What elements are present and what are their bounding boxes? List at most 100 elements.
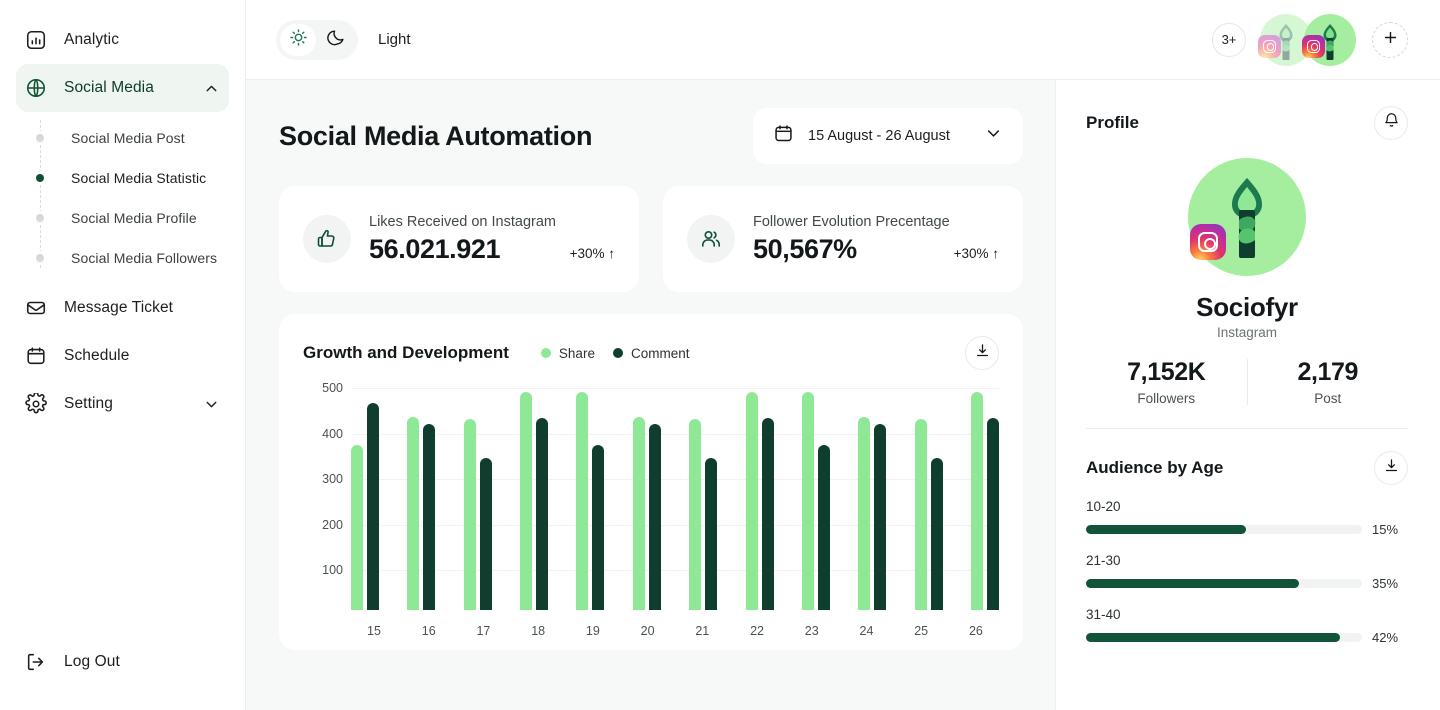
sidebar-item-social-media-statistic[interactable]: Social Media Statistic [0,158,245,198]
bar-comment[interactable] [817,444,830,610]
sidebar-subnav: Social Media Post Social Media Statistic… [0,118,245,278]
sidebar-item-social-media-profile[interactable]: Social Media Profile [0,198,245,238]
stat-card-likes: Likes Received on Instagram 56.021.921 +… [279,186,639,292]
sidebar-item-analytic[interactable]: Analytic [16,16,229,64]
audience-section-title: Audience by Age [1086,458,1224,477]
avatar[interactable] [1302,13,1356,66]
progress-fill [1086,633,1340,642]
sidebar-item-label: Setting [64,395,113,412]
bar-group [970,388,999,610]
bar-share[interactable] [689,418,702,610]
bar-comment[interactable] [423,424,436,610]
main-content: Social Media Automation 15 August - 26 A… [246,80,1056,710]
bar-comment[interactable] [592,444,605,610]
stat-value: 56.021.921 [369,233,501,264]
progress-track [1086,579,1362,588]
bar-group [576,388,605,610]
growth-chart-card: Growth and Development Share Comment 100… [279,314,1023,650]
profile-avatar [1188,158,1306,276]
bar-comment[interactable] [705,458,718,610]
bar-share[interactable] [576,391,589,610]
sidebar-item-setting[interactable]: Setting [16,380,229,428]
globe-icon [24,76,48,100]
users-icon [687,215,735,263]
account-count-badge[interactable]: 3+ [1212,22,1246,57]
sidebar-item-social-media-post[interactable]: Social Media Post [0,118,245,158]
profile-name: Sociofyr [1196,292,1298,322]
bar-group [914,388,943,610]
bar-share[interactable] [914,418,927,610]
bar-group [463,388,492,610]
y-axis-tick: 400 [322,426,343,441]
stat-delta: +30% ↑ [953,245,999,261]
audience-age-range: 21-30 [1086,553,1121,568]
bar-group [689,388,718,610]
theme-dark-button[interactable] [318,24,354,56]
sun-icon [289,28,308,52]
profile-header: Profile [1086,106,1408,140]
sidebar-item-social-media-followers[interactable]: Social Media Followers [0,238,245,278]
theme-label: Light [378,31,411,48]
add-account-button[interactable] [1372,21,1408,58]
chart-bar-icon [24,28,48,52]
stat-value: 7,152K [1127,358,1206,386]
x-axis-tick: 18 [531,624,546,638]
bar-share[interactable] [407,416,420,610]
bar-share[interactable] [801,391,814,610]
x-axis-tick: 25 [914,624,929,638]
stat-card-follower-evolution: Follower Evolution Precentage 50,567% +3… [663,186,1023,292]
bar-comment[interactable] [536,417,549,610]
sidebar: Analytic Social Media Social Media Post [0,0,246,710]
bar-comment[interactable] [648,424,661,610]
download-audience-button[interactable] [1374,451,1408,485]
bullet-icon [36,254,44,262]
audience-bar: 15% [1086,522,1408,537]
bar-comment[interactable] [874,424,887,610]
sidebar-item-social-media[interactable]: Social Media [16,64,229,112]
moon-icon [326,28,346,52]
bar-comment[interactable] [479,458,492,610]
logout-button[interactable]: Log Out [16,638,229,686]
page-header: Social Media Automation 15 August - 26 A… [279,108,1023,164]
logout-label: Log Out [64,653,120,670]
progress-track [1086,525,1362,534]
bar-group [520,388,549,610]
audience-by-age-section: Audience by Age 10-20 15% 21-30 35% 31-40 42% [1086,451,1408,645]
bar-comment[interactable] [761,417,774,610]
theme-toggle[interactable] [276,19,358,60]
profile-platform: Instagram [1216,325,1278,340]
bar-group [745,388,774,610]
bar-share[interactable] [632,416,645,610]
bar-share[interactable] [351,444,363,610]
bullet-icon [36,134,44,142]
sidebar-item-schedule[interactable]: Schedule [16,332,229,380]
bar-share[interactable] [520,391,533,610]
bar-group [351,388,379,610]
y-axis-tick: 200 [322,517,343,532]
bar-share[interactable] [463,418,476,610]
bar-share[interactable] [970,391,983,610]
sidebar-item-message-ticket[interactable]: Message Ticket [16,284,229,332]
download-chart-button[interactable] [965,336,999,370]
stat-card-list: Likes Received on Instagram 56.021.921 +… [279,186,1023,292]
chevron-down-icon[interactable] [984,124,1003,148]
chevron-down-icon[interactable] [201,394,221,414]
stat-title: Likes Received on Instagram [369,213,556,230]
bar-comment[interactable] [367,403,379,610]
notifications-button[interactable] [1374,106,1408,140]
bar-share[interactable] [858,416,871,610]
bar-share[interactable] [745,391,758,610]
main-column: Light 3+ Social Media Automation 15 Augu… [246,0,1440,710]
audience-row: 10-20 15% [1086,499,1408,537]
chevron-up-icon[interactable] [201,78,221,98]
bar-comment[interactable] [930,458,943,610]
profile-section-title: Profile [1086,113,1139,132]
instagram-badge-icon [1258,34,1281,58]
progress-fill [1086,525,1247,534]
audience-age-range: 31-40 [1086,607,1121,622]
right-panel: Profile Sociofyr Instagram 7,152K Follow… [1056,80,1440,710]
bar-comment[interactable] [986,417,999,610]
theme-light-button[interactable] [280,23,316,56]
date-range-picker[interactable]: 15 August - 26 August [753,108,1023,164]
date-range-value: 15 August - 26 August [808,128,950,144]
